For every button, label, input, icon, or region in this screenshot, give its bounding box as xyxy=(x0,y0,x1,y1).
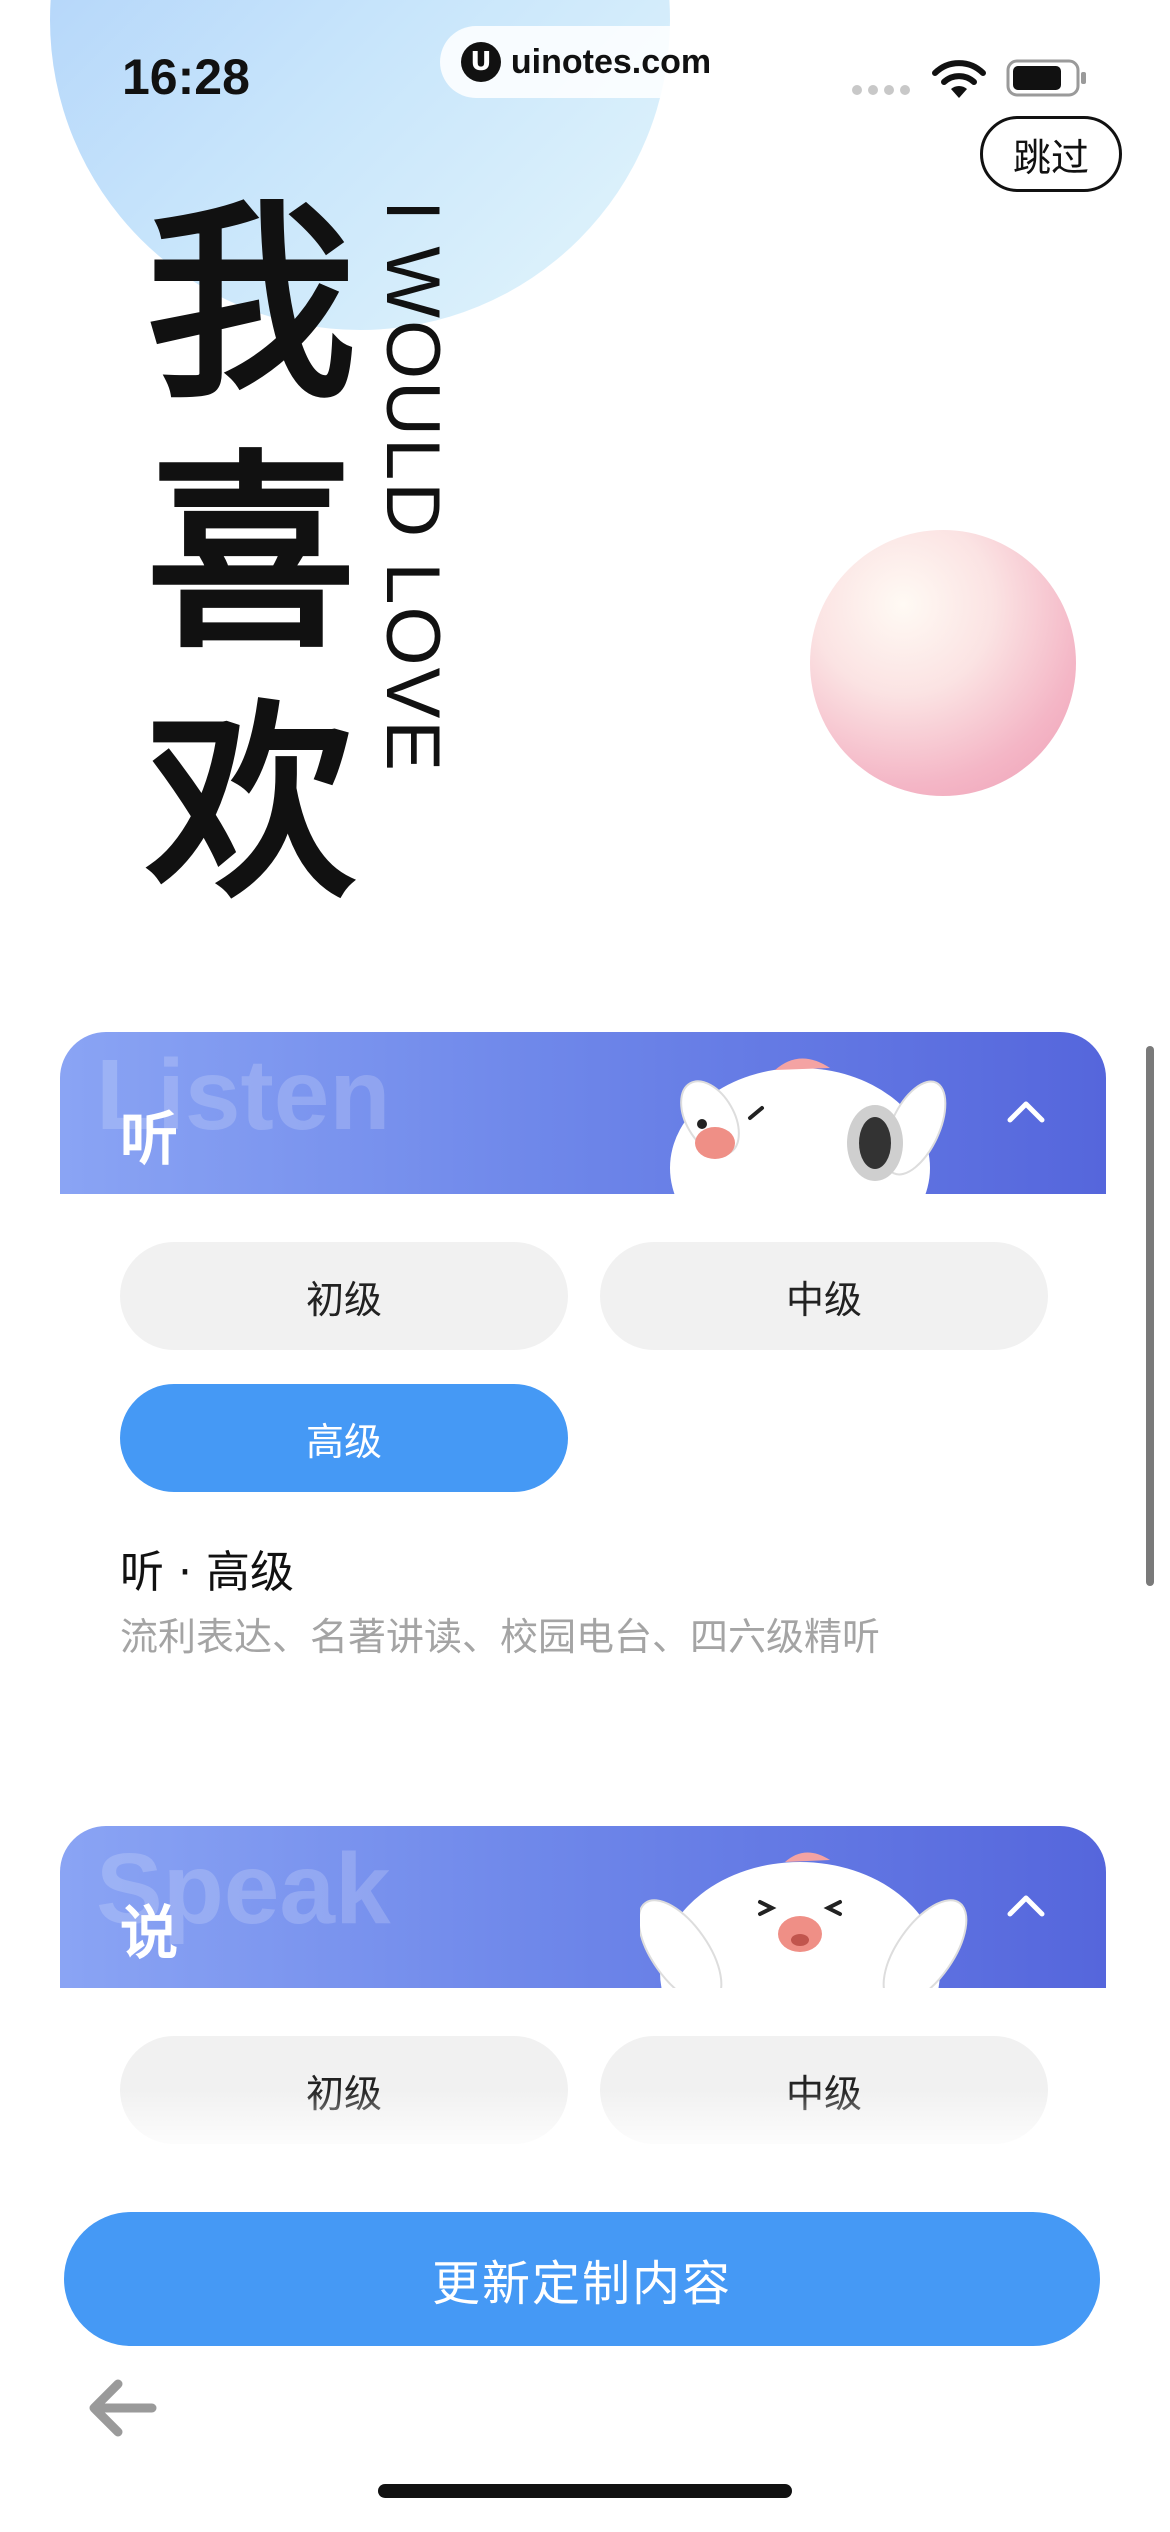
hero-title: 我 喜 欢 xyxy=(136,180,366,930)
level-detail-description: 流利表达、名著讲读、校园电台、四六级精听 xyxy=(120,1615,881,1659)
level-button-intermediate[interactable]: 中级 xyxy=(600,1242,1048,1350)
section-listen: Listen 听 xyxy=(60,1032,1106,1194)
level-button-beginner[interactable]: 初级 xyxy=(120,1242,568,1350)
section-speak: Speak 说 xyxy=(60,1826,1106,1988)
scrollbar[interactable] xyxy=(1146,1046,1154,1586)
pink-sphere-decoration xyxy=(810,530,1076,796)
signal-dots-icon xyxy=(852,85,910,95)
rabbit-speaking-mascot-icon xyxy=(640,1852,968,1988)
section-title: 说 xyxy=(120,1899,179,1967)
hero-char: 欢 xyxy=(145,682,356,927)
section-header-listen[interactable]: Listen 听 xyxy=(60,1032,1106,1194)
section-title: 听 xyxy=(120,1105,179,1173)
hero-char: 喜 xyxy=(145,432,356,677)
battery-icon xyxy=(1006,59,1086,97)
chevron-up-icon[interactable] xyxy=(1004,1090,1048,1134)
chevron-up-icon[interactable] xyxy=(1004,1884,1048,1928)
level-button-advanced-selected[interactable]: 高级 xyxy=(120,1384,568,1492)
rabbit-headphones-mascot-icon xyxy=(670,1058,947,1194)
section-header-speak[interactable]: Speak 说 xyxy=(60,1826,1106,1988)
hero-char: 我 xyxy=(145,182,356,427)
home-indicator[interactable] xyxy=(378,2484,792,2498)
skip-button[interactable]: 跳过 xyxy=(980,116,1122,192)
url-text: uinotes.com xyxy=(510,42,712,81)
wifi-icon xyxy=(932,60,986,98)
status-time: 16:28 xyxy=(122,49,250,105)
site-logo-icon: U xyxy=(460,42,501,82)
back-arrow-icon[interactable] xyxy=(86,2376,158,2440)
bottom-fade-overlay xyxy=(0,2090,1170,2200)
level-detail-title: 听 · 高级 xyxy=(120,1547,294,1598)
update-custom-content-button[interactable]: 更新定制内容 xyxy=(64,2212,1100,2346)
url-pill[interactable]: U uinotes.com xyxy=(440,26,732,98)
hero-english-vertical: I WOULD LOVE xyxy=(370,200,455,773)
